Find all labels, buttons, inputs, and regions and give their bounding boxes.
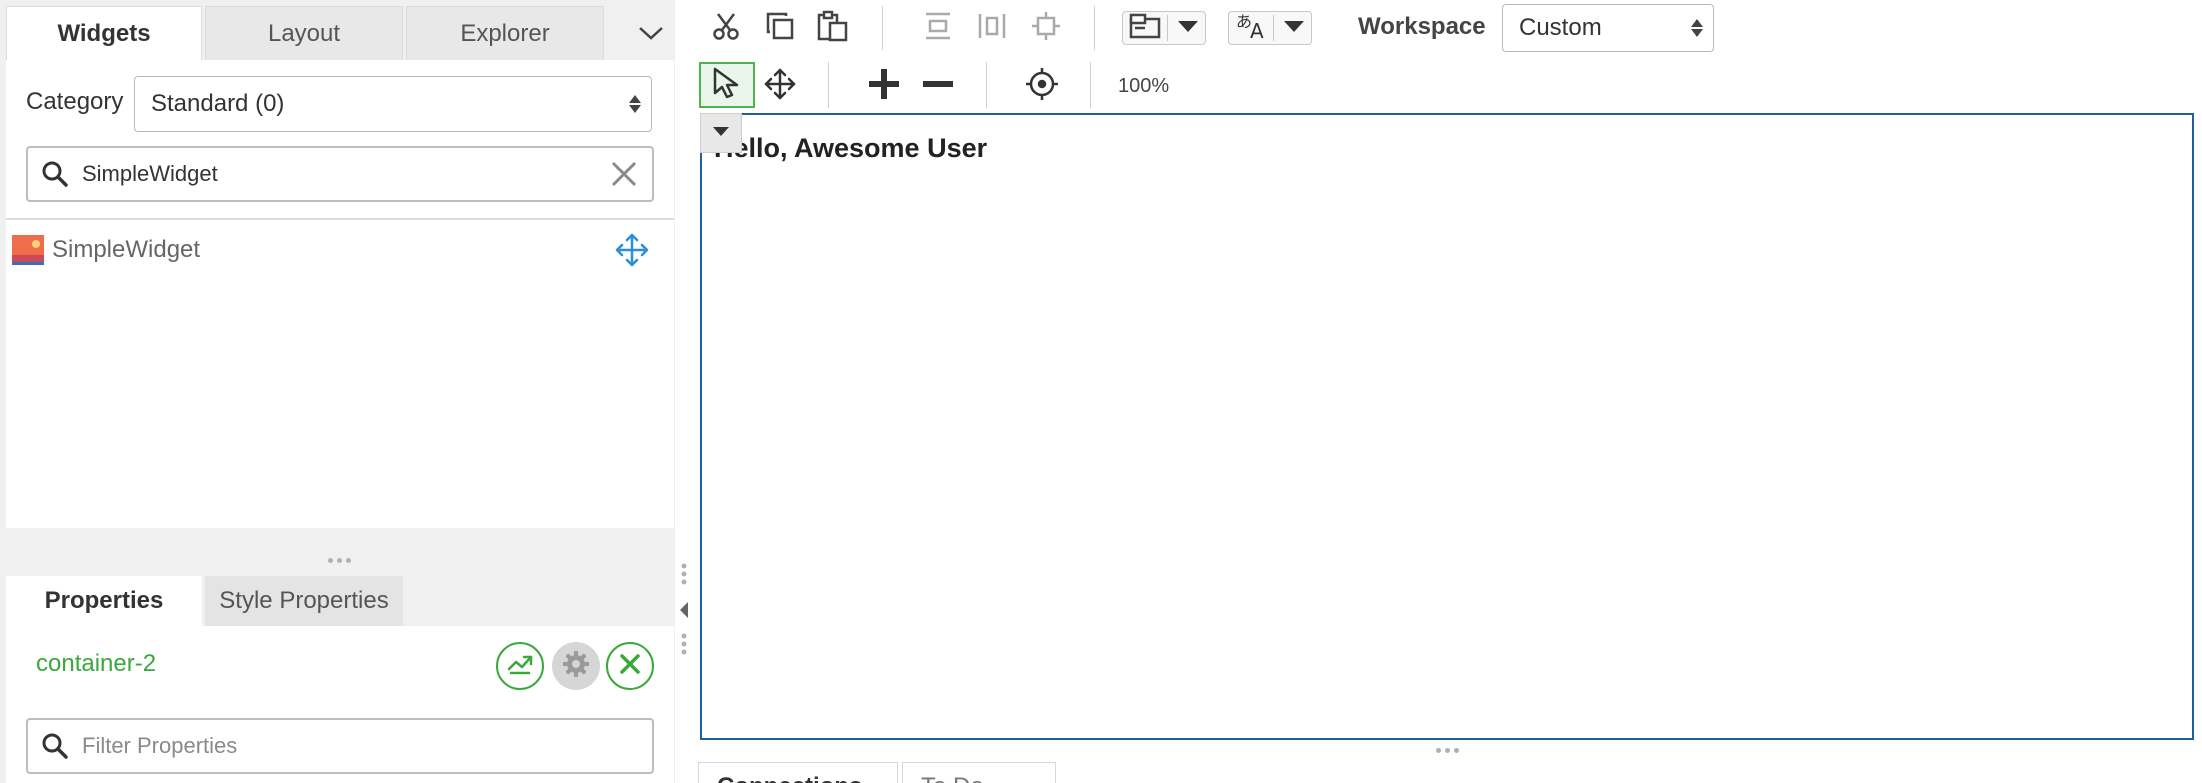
copy-icon[interactable] (762, 8, 798, 44)
widget-search-input[interactable] (82, 161, 582, 187)
widget-image-icon (12, 235, 44, 265)
properties-tabbar: Properties Style Properties (6, 576, 406, 626)
filter-properties-box (26, 718, 654, 774)
search-icon (28, 148, 82, 200)
binding-icon (505, 649, 535, 684)
bottom-resize-handle[interactable] (1436, 748, 1459, 753)
center-icon[interactable] (1028, 8, 1064, 44)
canvas-options-button[interactable] (700, 113, 742, 153)
toolbar-separator (986, 62, 987, 108)
select-tool-button[interactable] (699, 62, 755, 108)
category-select-value: Standard (0) (151, 90, 285, 117)
select-arrows-icon (629, 95, 641, 113)
tab-layout[interactable]: Layout (205, 6, 403, 60)
zoom-level: 100% (1118, 75, 1170, 97)
chevron-down-icon (1282, 18, 1306, 39)
workspace-select-value: Custom (1519, 14, 1602, 41)
layout-icon (1129, 13, 1161, 44)
widget-search-box (26, 146, 654, 202)
category-label: Category (26, 88, 124, 115)
delete-button[interactable] (606, 642, 654, 690)
divider (1167, 15, 1168, 41)
close-icon (618, 652, 642, 681)
left-tabbar: Widgets Layout Explorer (6, 6, 607, 60)
chevron-down-icon (711, 124, 731, 143)
tab-connections[interactable]: Connections (698, 762, 898, 783)
panel-resize-handle[interactable] (328, 558, 351, 563)
filter-properties-input[interactable] (82, 733, 582, 759)
tab-todo[interactable]: To Do (902, 762, 1056, 783)
tab-properties[interactable]: Properties (6, 576, 202, 626)
workspace-label: Workspace (1358, 13, 1486, 40)
properties-area: container-2 (6, 626, 674, 783)
divider (1273, 15, 1274, 41)
search-icon (28, 720, 82, 772)
layout-dropdown[interactable] (1122, 11, 1206, 45)
distribute-vertical-icon[interactable] (974, 8, 1010, 44)
select-arrows-icon (1691, 19, 1703, 37)
canvas-label[interactable]: Hello, Awesome User (714, 133, 987, 164)
distribute-horizontal-icon[interactable] (920, 8, 956, 44)
chevron-down-icon (1176, 18, 1200, 39)
bind-button[interactable] (496, 642, 544, 690)
minus-icon[interactable] (918, 64, 958, 104)
list-item[interactable]: SimpleWidget (12, 228, 662, 272)
widget-name: SimpleWidget (52, 236, 201, 263)
gear-icon (561, 649, 591, 684)
widgets-area: Category Standard (0) SimpleWidget Simpl… (6, 60, 674, 528)
language-icon: あA (1235, 11, 1269, 45)
settings-button[interactable] (552, 642, 600, 690)
tab-explorer[interactable]: Explorer (406, 6, 604, 60)
move-icon[interactable] (760, 64, 800, 104)
tab-style-properties[interactable]: Style Properties (205, 576, 403, 626)
tab-widgets[interactable]: Widgets (6, 6, 202, 60)
clear-search-icon[interactable] (608, 158, 640, 190)
tabs-overflow-chevron-icon[interactable] (632, 14, 670, 52)
plus-icon[interactable] (864, 64, 904, 104)
selected-element-name: container-2 (36, 650, 157, 677)
toolbar-separator (1094, 6, 1095, 50)
workspace-select[interactable]: Custom (1502, 4, 1714, 52)
target-icon[interactable] (1022, 64, 1062, 104)
left-panel: Widgets Layout Explorer Category Standar… (0, 0, 675, 783)
divider (6, 218, 674, 220)
category-select[interactable]: Standard (0) (134, 76, 652, 132)
design-canvas[interactable]: Hello, Awesome User (700, 113, 2194, 740)
language-dropdown[interactable]: あA (1228, 11, 1312, 45)
toolbar-separator (828, 62, 829, 108)
select-icon (709, 65, 745, 106)
vertical-splitter[interactable] (676, 560, 696, 670)
paste-icon[interactable] (814, 8, 852, 44)
toolbar-separator (1090, 62, 1091, 108)
toolbar-separator (882, 6, 883, 50)
cut-icon[interactable] (708, 8, 744, 44)
svg-text:A: A (1250, 19, 1264, 39)
drag-move-icon[interactable] (612, 230, 652, 270)
